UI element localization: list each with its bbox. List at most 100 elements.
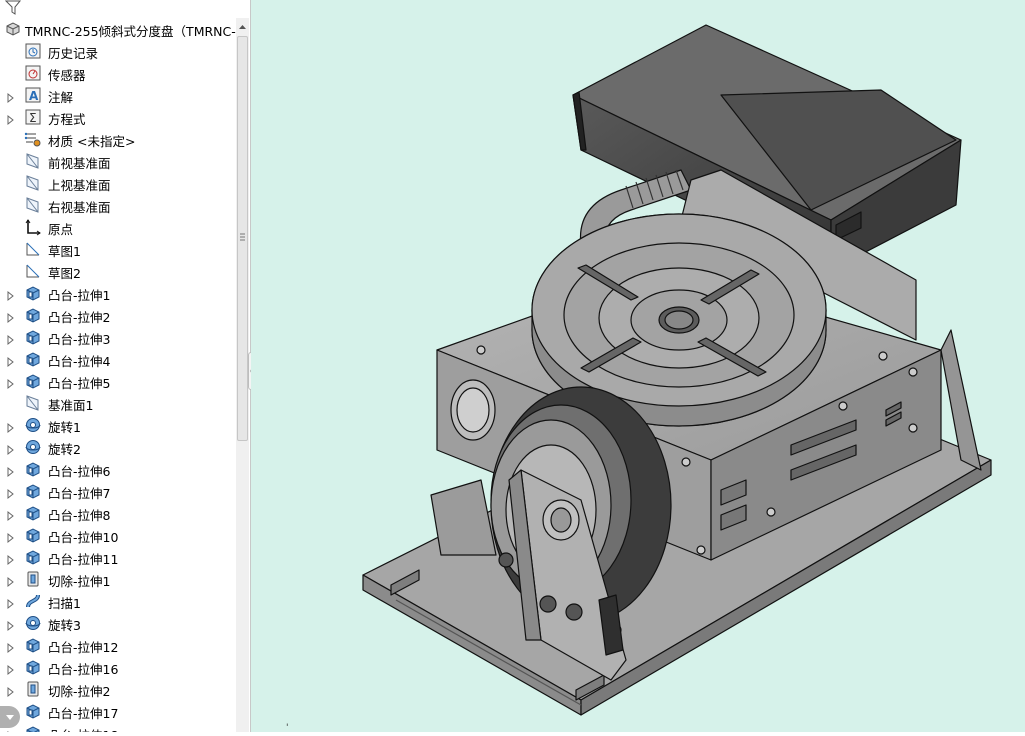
- tree-item[interactable]: 传感器: [0, 62, 236, 84]
- extrude-icon: [24, 328, 42, 346]
- feature-tree-list: TMRNC-255倾斜式分度盘（TMRNC-2 历史记录传感器 A 注解 Σ 方程式材质 …: [0, 18, 236, 732]
- tree-root-label: TMRNC-255倾斜式分度盘（TMRNC-2: [25, 24, 236, 39]
- extrude-icon: [24, 306, 42, 324]
- extrude-icon: [24, 548, 42, 566]
- rotary-table-model: ': [286, 24, 992, 733]
- tree-item[interactable]: 切除-拉伸2: [0, 678, 236, 700]
- tree-item[interactable]: 旋转3: [0, 612, 236, 634]
- expand-arrow-icon[interactable]: [6, 573, 16, 588]
- expand-arrow-icon[interactable]: [6, 639, 16, 654]
- tree-item-label: 切除-拉伸2: [48, 684, 111, 699]
- tree-item[interactable]: 凸台-拉伸16: [0, 656, 236, 678]
- expand-arrow-icon[interactable]: [6, 683, 16, 698]
- tree-item-label: 凸台-拉伸10: [48, 530, 119, 545]
- expand-arrow-icon[interactable]: [6, 441, 16, 456]
- tree-item[interactable]: 凸台-拉伸11: [0, 546, 236, 568]
- tree-item[interactable]: 凸台-拉伸5: [0, 370, 236, 392]
- tree-item[interactable]: 草图1: [0, 238, 236, 260]
- sweep-icon: [24, 592, 42, 610]
- expand-arrow-icon[interactable]: [6, 617, 16, 632]
- tree-item[interactable]: 旋转2: [0, 436, 236, 458]
- tree-item[interactable]: 凸台-拉伸4: [0, 348, 236, 370]
- tree-item[interactable]: 凸台-拉伸8: [0, 502, 236, 524]
- part-icon: [4, 20, 22, 38]
- triad-marker: ': [286, 723, 288, 732]
- tree-item-label: 凸台-拉伸4: [48, 354, 111, 369]
- panel-collapse-button[interactable]: [0, 706, 20, 728]
- svg-text:A: A: [29, 89, 39, 103]
- tree-item[interactable]: 右视基准面: [0, 194, 236, 216]
- graphics-viewport[interactable]: ': [251, 0, 1025, 733]
- tree-item[interactable]: A 注解: [0, 84, 236, 106]
- expand-arrow-icon[interactable]: [6, 661, 16, 676]
- tree-item-label: 旋转1: [48, 420, 81, 435]
- expand-arrow-icon[interactable]: [6, 485, 16, 500]
- chevron-down-icon: [6, 715, 14, 720]
- tree-item-label: 材质 <未指定>: [48, 134, 136, 149]
- tree-item[interactable]: 凸台-拉伸2: [0, 304, 236, 326]
- tree-item[interactable]: 凸台-拉伸3: [0, 326, 236, 348]
- expand-arrow-icon[interactable]: [6, 89, 16, 104]
- expand-arrow-icon[interactable]: [6, 309, 16, 324]
- tree-item[interactable]: 前视基准面: [0, 150, 236, 172]
- tree-item-label: 凸台-拉伸2: [48, 310, 111, 325]
- tree-item[interactable]: 原点: [0, 216, 236, 238]
- expand-arrow-icon[interactable]: [6, 595, 16, 610]
- tree-item-label: 凸台-拉伸7: [48, 486, 111, 501]
- tree-item-label: 历史记录: [48, 46, 99, 61]
- tree-item[interactable]: 凸台-拉伸1: [0, 282, 236, 304]
- expand-arrow-icon[interactable]: [6, 463, 16, 478]
- tree-item[interactable]: 切除-拉伸1: [0, 568, 236, 590]
- history-icon: [24, 42, 42, 60]
- plane-icon: [24, 196, 42, 214]
- extrude-icon: [24, 526, 42, 544]
- expand-arrow-icon[interactable]: [6, 287, 16, 302]
- tree-item-label: 旋转2: [48, 442, 81, 457]
- expand-arrow-icon[interactable]: [6, 111, 16, 126]
- tree-item[interactable]: 草图2: [0, 260, 236, 282]
- sketch-icon: [24, 240, 42, 258]
- extrude-icon: [24, 350, 42, 368]
- tree-item[interactable]: 旋转1: [0, 414, 236, 436]
- tree-item[interactable]: 上视基准面: [0, 172, 236, 194]
- expand-arrow-icon[interactable]: [6, 375, 16, 390]
- tree-item-label: 方程式: [48, 112, 86, 127]
- tree-item-label: 凸台-拉伸11: [48, 552, 119, 567]
- tree-item-label: 传感器: [48, 68, 86, 83]
- tree-item[interactable]: 凸台-拉伸10: [0, 524, 236, 546]
- tree-item[interactable]: Σ 方程式: [0, 106, 236, 128]
- tree-item-label: 凸台-拉伸1: [48, 288, 111, 303]
- tree-item[interactable]: 凸台-拉伸6: [0, 458, 236, 480]
- tree-root-item[interactable]: TMRNC-255倾斜式分度盘（TMRNC-2: [0, 18, 236, 40]
- extrude-icon: [24, 482, 42, 500]
- extrude-icon: [24, 702, 42, 720]
- expand-arrow-icon[interactable]: [6, 507, 16, 522]
- expand-arrow-icon[interactable]: [6, 331, 16, 346]
- tree-item-label: 扫描1: [48, 596, 81, 611]
- tree-item-label: 前视基准面: [48, 156, 111, 171]
- tree-item[interactable]: 凸台-拉伸7: [0, 480, 236, 502]
- tree-item[interactable]: 凸台-拉伸18: [0, 722, 236, 732]
- tree-item[interactable]: 材质 <未指定>: [0, 128, 236, 150]
- plane-icon: [24, 174, 42, 192]
- expand-arrow-icon[interactable]: [6, 551, 16, 566]
- tree-item-label: 凸台-拉伸5: [48, 376, 111, 391]
- tree-item-label: 凸台-拉伸18: [48, 725, 118, 732]
- tree-item-label: 凸台-拉伸8: [48, 508, 111, 523]
- expand-arrow-icon[interactable]: [6, 529, 16, 544]
- expand-arrow-icon[interactable]: [6, 419, 16, 434]
- filter-icon[interactable]: [5, 0, 23, 16]
- tree-item[interactable]: 凸台-拉伸12: [0, 634, 236, 656]
- tree-item[interactable]: 历史记录: [0, 40, 236, 62]
- tree-item[interactable]: 基准面1: [0, 392, 236, 414]
- tree-item[interactable]: 扫描1: [0, 590, 236, 612]
- extrude-icon: [24, 724, 42, 732]
- scroll-thumb[interactable]: [237, 36, 248, 441]
- tree-item[interactable]: 凸台-拉伸17: [0, 700, 236, 722]
- tree-item-label: 旋转3: [48, 618, 81, 633]
- expand-arrow-icon[interactable]: [6, 353, 16, 368]
- scroll-up-arrow-icon[interactable]: [236, 20, 249, 34]
- feature-manager-tree[interactable]: TMRNC-255倾斜式分度盘（TMRNC-2 历史记录传感器 A 注解 Σ 方程式材质 …: [0, 0, 251, 732]
- tree-item-label: 凸台-拉伸12: [48, 640, 119, 655]
- tree-item-label: 凸台-拉伸16: [48, 662, 119, 677]
